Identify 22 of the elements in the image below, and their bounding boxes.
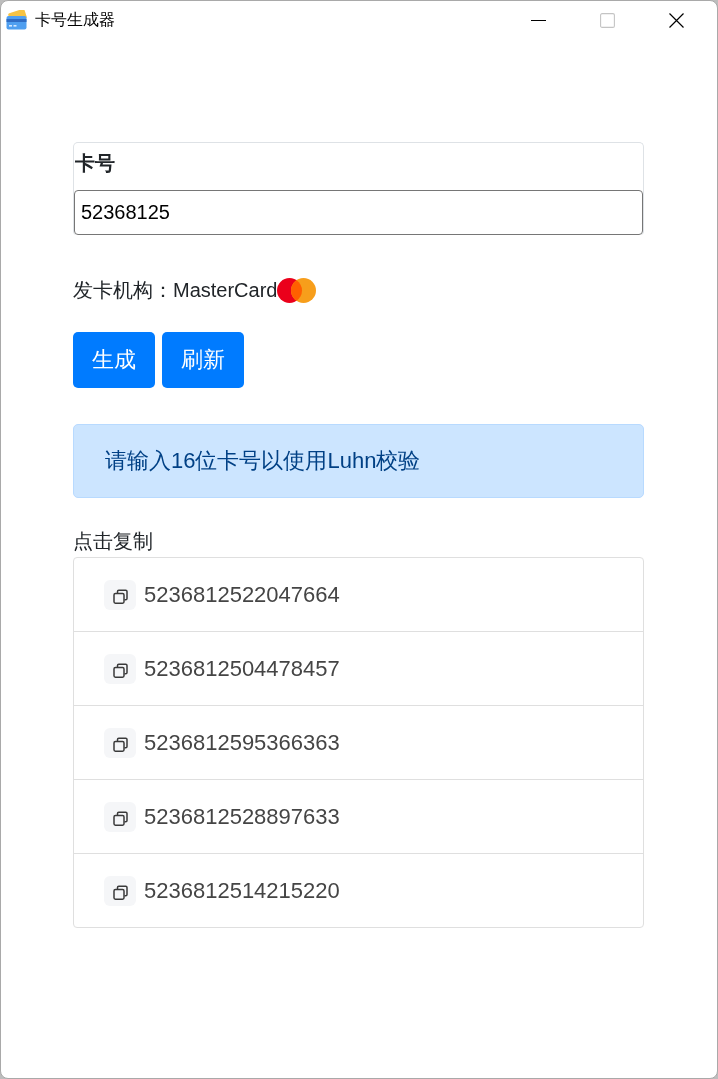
- card-number-item[interactable]: 5236812522047664: [74, 558, 643, 631]
- copy-icon: [104, 579, 136, 610]
- window-title: 卡号生成器: [35, 9, 115, 30]
- field-label: 卡号: [74, 151, 116, 176]
- card-number-item[interactable]: 5236812504478457: [74, 631, 643, 705]
- brand-logo-icon: [277, 277, 317, 303]
- card-number-item[interactable]: 5236812595366363: [74, 705, 643, 779]
- action-button[interactable]: 生成: [73, 332, 155, 388]
- credit-card-icon: [6, 10, 27, 30]
- info-alert: 请输入16位卡号以使用Luhn校验: [73, 424, 644, 498]
- action-button[interactable]: 刷新: [162, 332, 244, 388]
- copy-icon: [104, 801, 136, 832]
- copy-icon: [104, 727, 136, 758]
- card-number-field[interactable]: 52368125: [74, 190, 643, 235]
- card-number-item[interactable]: 5236812528897633: [74, 779, 643, 853]
- list-title: 点击复制: [73, 529, 153, 554]
- issuer-label: 发卡机构：: [73, 278, 173, 303]
- issuer-name: MasterCard: [173, 278, 278, 303]
- card-number-item[interactable]: 5236812514215220: [74, 853, 643, 927]
- copy-icon: [104, 875, 136, 906]
- close-icon[interactable]: [668, 12, 684, 28]
- copy-icon: [104, 653, 136, 684]
